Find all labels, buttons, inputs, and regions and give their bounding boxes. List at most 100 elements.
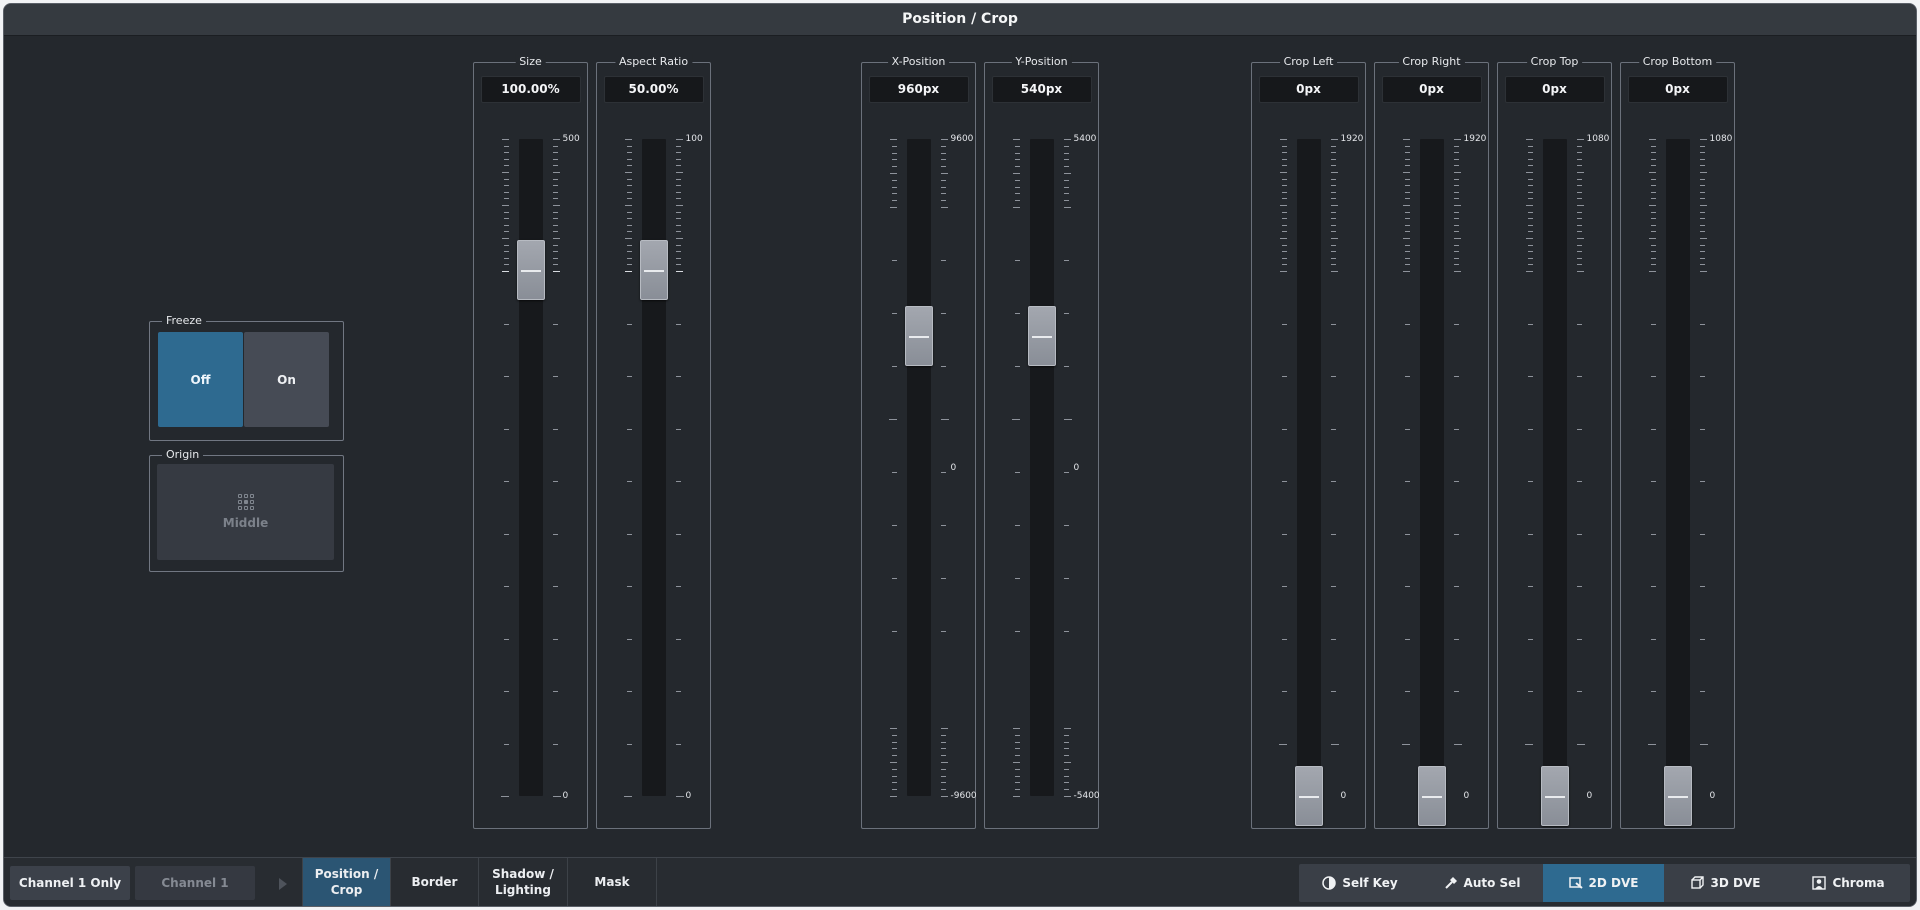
fader-knob[interactable]	[1417, 766, 1446, 826]
scale-tick	[1576, 586, 1582, 587]
fader-track[interactable]	[641, 139, 666, 796]
scale-tick	[675, 323, 681, 325]
auto-select-button[interactable]: Auto Sel	[1421, 864, 1543, 902]
tab-mask[interactable]: Mask	[568, 858, 657, 906]
scale-tick	[626, 743, 632, 745]
chroma-button[interactable]: Chroma	[1787, 864, 1910, 902]
freeze-off-button[interactable]: Off	[158, 332, 243, 427]
fader-value-field[interactable]: 960px	[868, 76, 969, 103]
fader-knob[interactable]	[1027, 306, 1056, 367]
scale-label: 1080	[1709, 134, 1733, 144]
freeze-on-button[interactable]: On	[244, 332, 329, 427]
scale-tick	[1063, 755, 1069, 757]
fader-knob[interactable]	[516, 240, 545, 301]
scale-label: 5400	[1073, 134, 1097, 144]
scale-tick	[1576, 198, 1582, 200]
scale-tick	[626, 638, 632, 640]
fader-track[interactable]	[518, 139, 543, 796]
scale-tick	[1527, 376, 1533, 377]
scale-tick	[1699, 264, 1705, 266]
scale-tick	[1527, 481, 1533, 482]
scale-tick	[1014, 260, 1020, 261]
scale-tick	[1527, 178, 1533, 180]
scale-tick	[1014, 525, 1020, 526]
fader-value-field[interactable]: 0px	[1627, 76, 1728, 103]
fader-track[interactable]	[1296, 139, 1321, 796]
scale-tick	[1576, 533, 1582, 535]
fader-knob[interactable]	[1540, 766, 1569, 826]
fader-knob[interactable]	[1663, 766, 1692, 826]
scale-tick	[503, 428, 509, 430]
scale-tick	[889, 762, 897, 763]
scale-tick	[675, 218, 681, 220]
mode-label: Chroma	[1832, 876, 1885, 890]
scale-tick	[1648, 205, 1656, 206]
scale-tick	[1404, 165, 1410, 167]
scale-tick	[1453, 481, 1459, 482]
scale-tick	[675, 638, 681, 640]
scale-tick	[675, 743, 681, 745]
2d-dve-button[interactable]: 2D DVE	[1543, 864, 1664, 902]
scale-tick	[552, 264, 558, 266]
scale-tick	[1576, 165, 1582, 167]
scale-tick	[1453, 152, 1459, 154]
fader-knob[interactable]	[1294, 766, 1323, 826]
scale-tick	[1453, 691, 1459, 692]
scale-tick	[891, 152, 897, 154]
scale-tick	[940, 768, 946, 770]
scale-tick	[1699, 165, 1705, 167]
fader-value-field[interactable]: 100.00%	[480, 76, 581, 103]
scale-tick	[1404, 251, 1410, 253]
scale-tick	[1014, 768, 1020, 770]
fader-value-field[interactable]: 0px	[1258, 76, 1359, 103]
scale-tick	[626, 211, 632, 213]
scale-tick	[626, 533, 632, 535]
scale-tick	[675, 211, 681, 213]
fader-knob[interactable]	[904, 306, 933, 367]
scale-tick	[1330, 238, 1338, 239]
scale-label: 1920	[1340, 134, 1364, 144]
scale-tick	[940, 728, 948, 729]
scale-tick	[891, 200, 897, 202]
scale-tick	[1699, 376, 1705, 377]
tab-shadow-lighting[interactable]: Shadow / Lighting	[479, 858, 568, 906]
fader-knob[interactable]	[639, 240, 668, 301]
scale-tick	[1330, 638, 1336, 640]
channel-only-button[interactable]: Channel 1 Only	[10, 866, 130, 900]
fader-value-field[interactable]: 0px	[1381, 76, 1482, 103]
scale-tick	[891, 768, 897, 770]
tab-position-crop[interactable]: Position / Crop	[302, 858, 391, 906]
fader-track[interactable]	[1665, 139, 1690, 796]
scale-tick	[891, 186, 897, 188]
fader-value-field[interactable]: 0px	[1504, 76, 1605, 103]
scale-tick	[1527, 152, 1533, 154]
scale-tick	[1525, 271, 1533, 272]
scale-tick	[1699, 139, 1707, 140]
scale-tick	[1402, 205, 1410, 206]
fader-track[interactable]	[1542, 139, 1567, 796]
fader-value-field[interactable]: 540px	[991, 76, 1092, 103]
fader-value-field[interactable]: 50.00%	[603, 76, 704, 103]
scale-tick	[1650, 586, 1656, 587]
bottom-toolbar: Channel 1 Only Channel 1 Position / Crop …	[4, 857, 1916, 906]
scale-tick	[1063, 179, 1069, 181]
scale-tick	[1453, 271, 1461, 272]
fader-track[interactable]	[1029, 139, 1054, 796]
channel-selector[interactable]: Channel 1	[135, 866, 255, 900]
origin-middle-button[interactable]: Middle	[157, 464, 334, 560]
tab-border[interactable]: Border	[391, 858, 479, 906]
fader-track[interactable]	[906, 139, 931, 796]
scale-tick	[1650, 257, 1656, 259]
fader-track[interactable]	[1419, 139, 1444, 796]
scale-tick	[552, 257, 558, 259]
scale-tick	[1699, 428, 1705, 430]
3d-dve-button[interactable]: 3D DVE	[1664, 864, 1787, 902]
scale-tick	[1404, 586, 1410, 587]
scale-tick	[1063, 139, 1071, 140]
scale-tick	[503, 185, 509, 187]
scale-tick	[1527, 145, 1533, 147]
scale-tick	[1576, 211, 1582, 213]
scale-tick	[675, 231, 681, 233]
self-key-button[interactable]: Self Key	[1299, 864, 1421, 902]
scale-tick	[940, 260, 946, 261]
